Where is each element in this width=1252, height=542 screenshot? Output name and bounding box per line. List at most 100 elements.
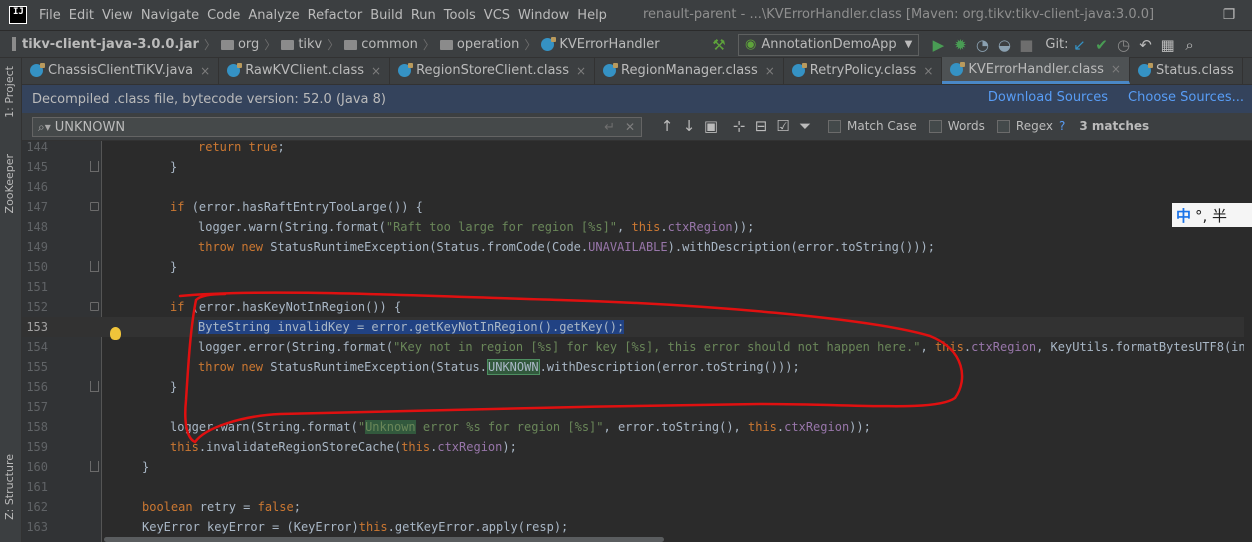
code-line[interactable]: 148 logger.warn(String.format("Raft too l… [22,217,1252,237]
regex-option[interactable]: Regex? [996,119,1065,133]
breadcrumb-item[interactable]: tikv-client-java-3.0.0.jar [0,37,199,52]
close-tab-icon[interactable]: × [371,64,381,78]
menu-vcs[interactable]: VCS [484,8,510,23]
fold-toggle-icon[interactable] [90,202,99,211]
close-tab-icon[interactable]: × [765,64,775,78]
menu-window[interactable]: Window [518,8,569,23]
close-tab-icon[interactable]: × [576,64,586,78]
find-in-window-icon[interactable]: ▣ [700,117,722,135]
words-option[interactable]: Words [928,119,985,133]
menu-refactor[interactable]: Refactor [308,8,363,23]
code-line[interactable]: 147 if (error.hasRaftEntryTooLarge()) { [22,197,1252,217]
horizontal-scrollbar[interactable] [104,537,664,542]
editor-tab[interactable]: Status.class [1130,57,1243,84]
match-case-option[interactable]: Match Case [828,119,917,133]
code-line[interactable]: 162 boolean retry = false; [22,497,1252,517]
breadcrumb-item[interactable]: operation [439,37,519,52]
profile-icon[interactable]: ◒ [993,36,1015,54]
code-line[interactable]: 163 KeyError keyError = (KeyError)this.ge… [22,517,1252,537]
breadcrumb-item[interactable]: KVErrorHandler [541,36,660,52]
menu-help[interactable]: Help [577,8,607,23]
editor-tab[interactable]: ChassisClientTiKV.java × [22,57,220,84]
vertical-scrollbar[interactable] [1244,141,1252,542]
remove-occurrence-icon[interactable]: ⊟ [750,117,772,135]
previous-occurrence-icon[interactable]: ↑ [656,117,678,135]
vcs-rollback-icon[interactable]: ↶ [1135,36,1157,54]
menu-file[interactable]: File [39,8,61,23]
search-input[interactable] [54,119,585,135]
menu-run[interactable]: Run [411,8,436,23]
code-line[interactable]: 160} [22,457,1252,477]
structure-tool-tab[interactable]: Z: Structure [3,454,16,520]
fold-end-icon[interactable] [90,261,99,272]
menu-analyze[interactable]: Analyze [248,8,299,23]
words-checkbox[interactable] [928,119,942,133]
code-line[interactable]: 152 if (error.hasKeyNotInRegion()) { [22,297,1252,317]
breadcrumb-item[interactable]: common [344,37,418,52]
menu-build[interactable]: Build [370,8,403,23]
menu-tools[interactable]: Tools [444,8,476,23]
fold-toggle-icon[interactable] [90,302,99,311]
fold-end-icon[interactable] [90,381,99,392]
code-line[interactable]: 155 throw new StatusRuntimeException(Stat… [22,357,1252,377]
vcs-update-icon[interactable]: ↙ [1069,36,1091,54]
run-icon[interactable]: ▶ [927,36,949,54]
zookeeper-tool-tab[interactable]: ZooKeeper [3,154,16,213]
search-everywhere-icon[interactable]: ⌕ [1179,36,1201,54]
code-line[interactable]: 144 return true; [22,141,1252,157]
class-icon [398,63,414,77]
code-line[interactable]: 149 throw new StatusRuntimeException(Stat… [22,237,1252,257]
restore-window-icon[interactable]: ❐ [1206,7,1252,23]
editor-tab[interactable]: KVErrorHandler.class × [942,57,1130,84]
code-editor[interactable]: 144 return true; 145} 146 147 if (error.hasR… [22,141,1252,542]
breadcrumb-item[interactable]: tikv [281,37,322,52]
editor-tab[interactable]: RegionStoreClient.class × [390,57,596,84]
breadcrumb-item[interactable]: org [220,37,259,52]
match-case-checkbox[interactable] [828,119,841,133]
code-line[interactable]: 157 [22,397,1252,417]
search-icon[interactable]: ⌕▾ [38,120,51,135]
close-tab-icon[interactable]: × [200,64,210,78]
fold-end-icon[interactable] [90,461,99,472]
code-line[interactable]: 150} [22,257,1252,277]
run-configuration-select[interactable]: ◉ AnnotationDemoApp ▼ [738,33,920,56]
add-occurrence-icon[interactable]: ⊹ [728,117,750,135]
code-line[interactable]: 146 [22,177,1252,197]
editor-tab[interactable]: RetryPolicy.class × [784,57,943,84]
menu-edit[interactable]: Edit [69,8,94,23]
debug-icon[interactable]: ✹ [949,36,971,54]
build-hammer-icon[interactable]: ⚒ [708,36,730,54]
code-line[interactable]: 159 this.invalidateRegionStoreCache(this.… [22,437,1252,457]
close-tab-icon[interactable]: × [1111,62,1121,76]
code-line[interactable]: 156} [22,377,1252,397]
menu-view[interactable]: View [102,8,133,23]
select-all-occurrences-icon[interactable]: ☑ [772,117,794,135]
filter-icon[interactable]: ⏷ [794,117,816,135]
regex-checkbox[interactable] [996,119,1010,133]
coverage-icon[interactable]: ◔ [971,36,993,54]
regex-help-link[interactable]: ? [1059,119,1065,133]
menu-navigate[interactable]: Navigate [141,8,199,23]
code-line[interactable]: 151 [22,277,1252,297]
code-line[interactable]: 145} [22,157,1252,177]
vcs-history-icon[interactable]: ◷ [1113,36,1135,54]
code-line[interactable]: 158 logger.warn(String.format("Unknown er… [22,417,1252,437]
next-occurrence-icon[interactable]: ↓ [678,117,700,135]
code-line[interactable]: 153 ByteString invalidKey = error.getKeyN… [22,317,1252,337]
download-sources-link[interactable]: Download Sources [988,90,1108,105]
choose-sources-link[interactable]: Choose Sources... [1128,90,1244,105]
clear-search-icon[interactable]: ✕ [625,120,635,134]
code-line[interactable]: 161 [22,477,1252,497]
close-tab-icon[interactable]: × [923,64,933,78]
editor-tab[interactable]: RegionManager.class × [595,57,784,84]
project-tool-tab[interactable]: 1: Project [3,66,16,118]
menu-code[interactable]: Code [207,8,240,23]
vcs-commit-icon[interactable]: ✔ [1091,36,1113,54]
new-line-icon[interactable]: ↵ [604,120,615,135]
project-structure-icon[interactable]: ▦ [1157,36,1179,54]
fold-end-icon[interactable] [90,161,99,172]
editor-tab[interactable]: RawKVClient.class × [219,57,391,84]
code-line[interactable]: 154 logger.error(String.format("Key not i… [22,337,1252,357]
intention-bulb-icon[interactable] [110,327,121,340]
stop-icon[interactable]: ■ [1015,36,1037,54]
